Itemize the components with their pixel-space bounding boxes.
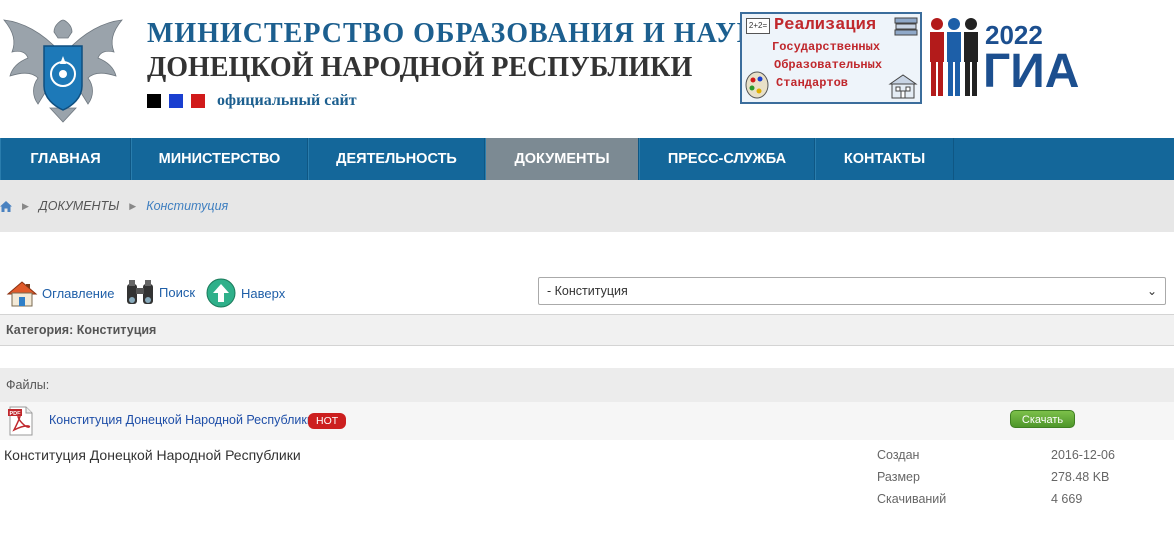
breadcrumb-item-documents[interactable]: ДОКУМЕНТЫ: [39, 199, 119, 213]
flag-black-square: [147, 94, 161, 108]
people-figures-icon: [930, 18, 978, 96]
file-link[interactable]: Конституция Донецкой Народной Республики: [49, 413, 314, 427]
official-site-label: официальный сайт: [217, 92, 357, 109]
pdf-file-icon[interactable]: PDF: [8, 406, 34, 436]
main-nav: ГЛАВНАЯ МИНИСТЕРСТВО ДЕЯТЕЛЬНОСТЬ ДОКУМЕ…: [0, 138, 1174, 180]
standards-line2: Государственных: [772, 40, 881, 54]
ministry-title-line1: МИНИСТЕРСТВО ОБРАЗОВАНИЯ И НАУКИ: [147, 18, 781, 49]
file-row: PDF Конституция Донецкой Народной Респуб…: [0, 402, 1174, 440]
flag-red-square: [191, 94, 205, 108]
nav-item-contacts[interactable]: КОНТАКТЫ: [815, 138, 954, 180]
meta-size-label: Размер: [877, 470, 920, 484]
meta-downloads-label: Скачиваний: [877, 492, 947, 506]
docman-toolbar: Оглавление Поиск Наверх - Конституция ⌄: [0, 270, 1174, 314]
category-select-value: - Конституция: [547, 284, 628, 298]
back-to-top-label: Наверх: [241, 285, 286, 301]
standards-banner[interactable]: 2+2= Реализация Государственных Образова…: [740, 12, 922, 104]
meta-size-value: 278.48 KB: [1051, 470, 1110, 484]
nav-item-ministry[interactable]: МИНИСТЕРСТВО: [131, 138, 308, 180]
flag-blue-square: [169, 94, 183, 108]
flag-row: официальный сайт: [147, 92, 357, 110]
nav-item-press[interactable]: ПРЕСС-СЛУЖБА: [639, 138, 815, 180]
meta-created-value: 2016-12-06: [1051, 448, 1115, 462]
hot-badge: HOT: [308, 413, 347, 429]
school-building-icon: [888, 74, 918, 99]
category-select[interactable]: - Конституция ⌄: [538, 277, 1166, 305]
search-label: Поиск: [159, 284, 196, 300]
standards-line1: Реализация: [774, 16, 877, 35]
site-header: МИНИСТЕРСТВО ОБРАЗОВАНИЯ И НАУКИ ДОНЕЦКО…: [0, 0, 1174, 138]
breadcrumb-separator-icon: ▶: [129, 200, 137, 211]
toc-label: Оглавление: [42, 285, 115, 301]
category-heading: Категория: Конституция: [0, 314, 1174, 346]
download-button[interactable]: Скачать: [1010, 410, 1075, 428]
arrow-up-circle-icon: [206, 278, 236, 308]
breadcrumb-separator-icon: ▶: [22, 200, 29, 211]
chevron-down-icon: ⌄: [1146, 284, 1157, 298]
standards-line3: Образовательных: [774, 58, 883, 72]
toc-link[interactable]: Оглавление: [6, 278, 114, 308]
nav-item-home[interactable]: ГЛАВНАЯ: [0, 138, 131, 180]
math-badge: 2+2=: [746, 18, 770, 34]
nav-item-documents[interactable]: ДОКУМЕНТЫ: [485, 138, 639, 180]
search-link[interactable]: Поиск: [124, 278, 195, 306]
books-icon: [894, 17, 918, 36]
nav-item-activity[interactable]: ДЕЯТЕЛЬНОСТЬ: [308, 138, 485, 180]
eagle-emblem-icon[interactable]: [2, 12, 124, 124]
home-icon[interactable]: [0, 200, 12, 212]
meta-created-label: Создан: [877, 448, 920, 462]
binoculars-icon: [127, 280, 153, 304]
ministry-title-line2: ДОНЕЦКОЙ НАРОДНОЙ РЕСПУБЛИКИ: [147, 52, 693, 83]
gia-text: ГИА: [983, 45, 1080, 98]
back-to-top-link[interactable]: Наверх: [206, 278, 285, 308]
files-heading: Файлы:: [0, 368, 1174, 402]
standards-line4: Стандартов: [776, 76, 849, 90]
breadcrumb: ▶ ДОКУМЕНТЫ ▶ Конституция: [0, 180, 1174, 232]
house-toc-icon: [6, 281, 38, 307]
palette-icon: [745, 71, 769, 99]
breadcrumb-item-constitution[interactable]: Конституция: [146, 199, 228, 213]
file-description: Конституция Донецкой Народной Республики: [4, 447, 301, 463]
meta-downloads-value: 4 669: [1051, 492, 1083, 506]
